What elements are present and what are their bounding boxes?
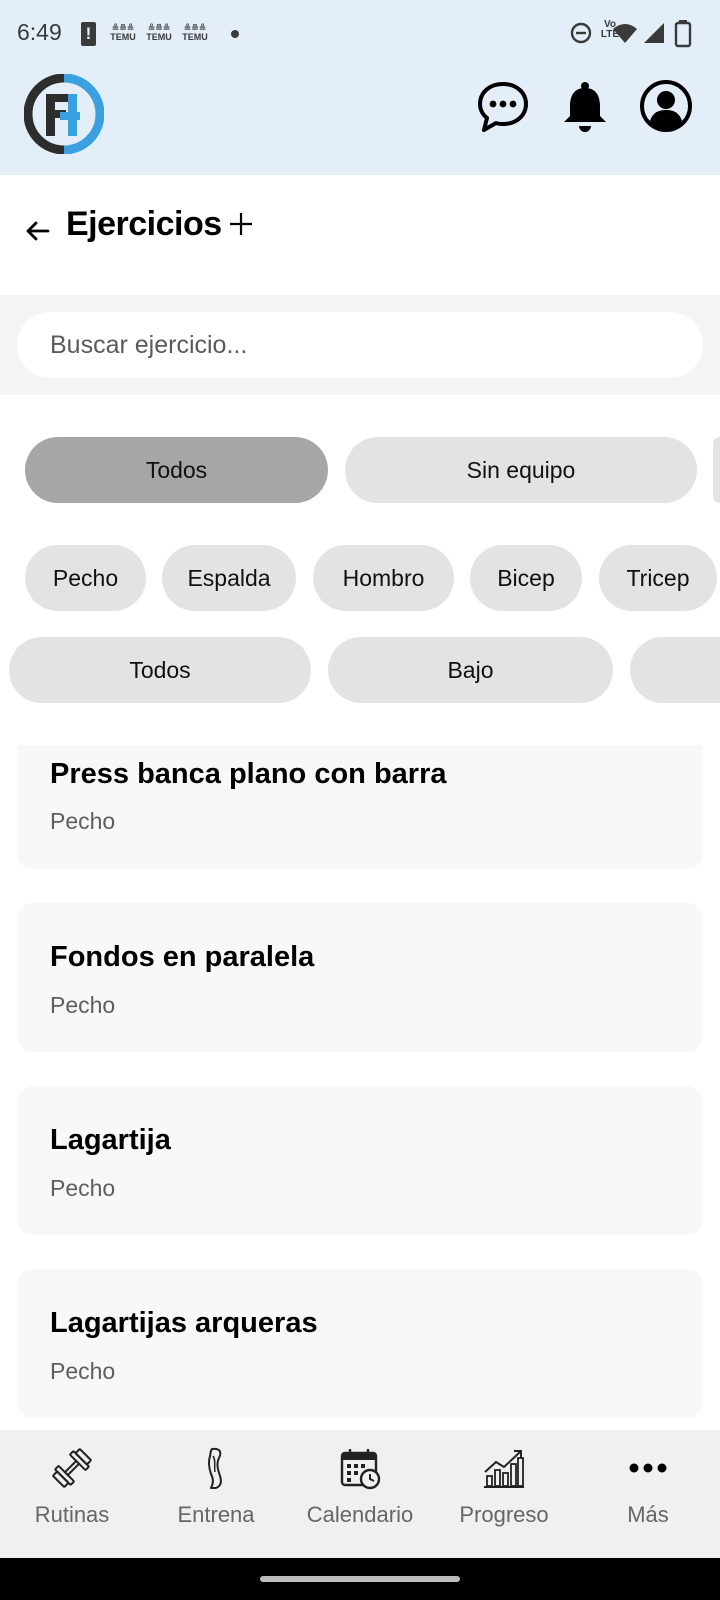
- notification-dot-icon: [231, 30, 239, 38]
- chip-level-todos[interactable]: Todos: [9, 637, 311, 703]
- back-arrow-icon[interactable]: [24, 217, 52, 245]
- battery-icon: [674, 20, 692, 48]
- status-time: 6:49: [17, 19, 62, 45]
- nav-label: Progreso: [459, 1502, 549, 1527]
- chip-equipment-more[interactable]: [713, 437, 720, 503]
- exercise-card[interactable]: Lagartijas arqueras Pecho: [17, 1269, 703, 1418]
- exercise-name: Lagartija: [50, 1124, 171, 1156]
- exercise-category: Pecho: [50, 1175, 116, 1201]
- exercise-category: Pecho: [50, 1358, 116, 1384]
- nav-rutinas[interactable]: Rutinas: [0, 1430, 144, 1558]
- exercise-name: Fondos en paralela: [50, 941, 315, 973]
- chip-pecho[interactable]: Pecho: [25, 545, 146, 611]
- bottom-navigation: Rutinas Entrena Calendario Progreso Más: [0, 1430, 720, 1558]
- chip-equipment-todos[interactable]: Todos: [25, 437, 328, 503]
- nav-label: Más: [627, 1502, 669, 1527]
- home-gesture-handle[interactable]: [260, 1576, 460, 1582]
- nav-label: Rutinas: [34, 1502, 110, 1527]
- chat-icon[interactable]: [476, 80, 530, 134]
- exercise-category: Pecho: [50, 808, 116, 834]
- search-input[interactable]: [17, 312, 703, 378]
- calendar-icon: [340, 1449, 381, 1490]
- nav-progreso[interactable]: Progreso: [432, 1430, 576, 1558]
- more-icon: [629, 1463, 667, 1473]
- chip-hombro[interactable]: Hombro: [313, 545, 454, 611]
- chip-bicep[interactable]: Bicep: [470, 545, 582, 611]
- exercise-name: Press banca plano con barra: [50, 758, 447, 790]
- profile-icon[interactable]: [639, 79, 693, 133]
- bell-icon[interactable]: [558, 80, 612, 134]
- chip-level-more[interactable]: [630, 637, 720, 703]
- alert-icon: !: [81, 22, 96, 46]
- system-navigation-bar: [0, 1558, 720, 1600]
- search-bar-container: [0, 295, 720, 395]
- exercise-category: Pecho: [50, 992, 116, 1018]
- chart-icon: [484, 1450, 524, 1488]
- chip-sin-equipo[interactable]: Sin equipo: [345, 437, 697, 503]
- nav-entrena[interactable]: Entrena: [144, 1430, 288, 1558]
- plus-icon[interactable]: [228, 211, 254, 237]
- leg-icon: [207, 1447, 222, 1489]
- fh-logo[interactable]: [24, 74, 104, 154]
- nav-label: Entrena: [177, 1502, 255, 1527]
- exercise-name: Lagartijas arqueras: [50, 1307, 318, 1339]
- nav-label: Calendario: [306, 1502, 414, 1527]
- page-title: Ejercicios: [66, 205, 222, 243]
- chip-bajo[interactable]: Bajo: [328, 637, 613, 703]
- wifi-icon: [613, 24, 637, 43]
- page-title-bar: Ejercicios: [0, 175, 720, 295]
- signal-icon: [644, 23, 664, 43]
- exercise-card[interactable]: Fondos en paralela Pecho: [17, 903, 703, 1052]
- chip-espalda[interactable]: Espalda: [162, 545, 296, 611]
- chip-tricep[interactable]: Tricep: [599, 545, 717, 611]
- status-bar: 6:49 ! ≗≞≗ TEMU ≗≞≗ TEMU ≗≞≗ TEMU Vo LTE: [0, 0, 720, 68]
- exercise-card[interactable]: Lagartija Pecho: [17, 1086, 703, 1235]
- exercise-card[interactable]: Press banca plano con barra Pecho: [17, 745, 703, 869]
- temu-icon: ≗≞≗ TEMU: [146, 23, 172, 42]
- dumbbell-icon: [52, 1448, 92, 1488]
- temu-icon: ≗≞≗ TEMU: [110, 23, 136, 42]
- nav-mas[interactable]: Más: [576, 1430, 720, 1558]
- dnd-icon: [570, 22, 592, 44]
- app-header: 6:49 ! ≗≞≗ TEMU ≗≞≗ TEMU ≗≞≗ TEMU Vo LTE: [0, 0, 720, 175]
- nav-calendario[interactable]: Calendario: [288, 1430, 432, 1558]
- temu-icon: ≗≞≗ TEMU: [182, 23, 208, 42]
